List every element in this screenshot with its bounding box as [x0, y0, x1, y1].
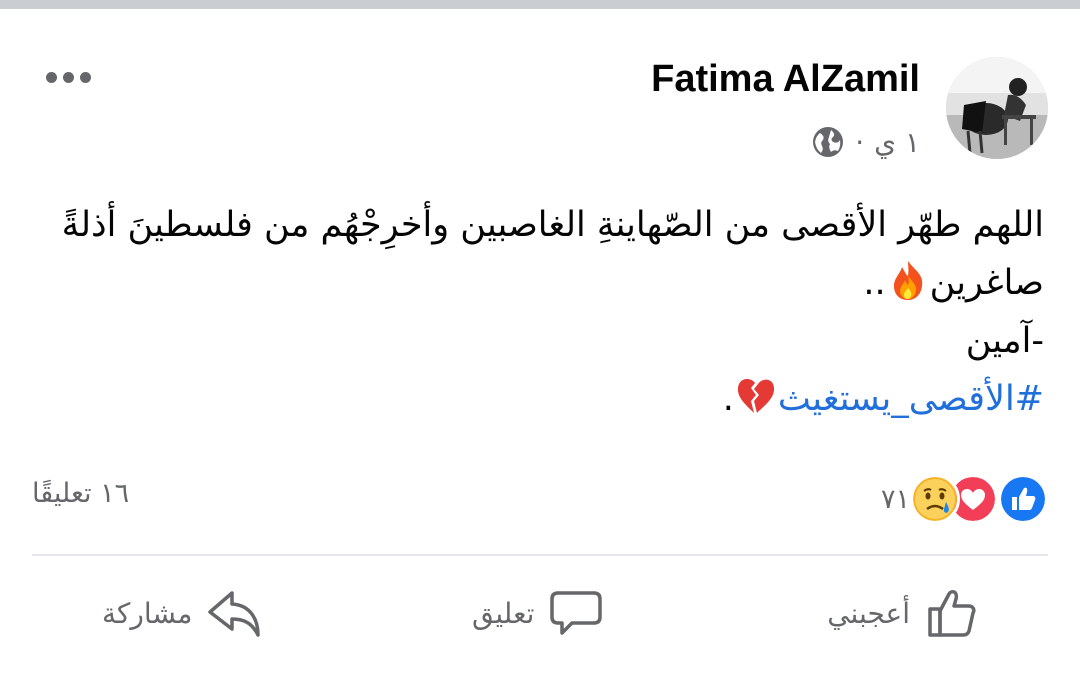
avatar[interactable] [946, 57, 1048, 159]
share-label: مشاركة [102, 596, 193, 630]
share-icon [208, 591, 261, 637]
reactions-summary[interactable]: ٧١ [881, 474, 1048, 524]
post-text-dots: .. [863, 263, 886, 303]
comment-label: تعليق [472, 596, 535, 630]
comment-button[interactable]: تعليق [472, 583, 604, 643]
post-time[interactable]: ١ ي [874, 126, 920, 159]
author-name[interactable]: Fatima AlZamil [651, 58, 920, 101]
like-label: أعجبني [827, 596, 910, 630]
post-text-line-3: -آمين [965, 321, 1044, 361]
dot [80, 71, 91, 83]
more-options-icon[interactable] [46, 62, 98, 92]
hashtag-dot: . [722, 379, 734, 419]
comment-count[interactable]: ١٦ تعليقًا [32, 478, 129, 509]
post-text-line-2: صاغرين .. [34, 254, 1044, 312]
fire-emoji [893, 261, 922, 300]
top-border [0, 0, 1080, 9]
like-reaction-icon [998, 474, 1048, 524]
avatar-photo [946, 57, 1048, 159]
sad-reaction-icon [910, 474, 960, 524]
like-button[interactable]: أعجبني [827, 583, 980, 643]
post-body: اللهم طهّر الأقصى من الصّهاينةِ الغاصبين… [34, 196, 1044, 428]
divider [32, 554, 1048, 556]
dot [63, 71, 74, 83]
globe-icon [813, 127, 844, 157]
reaction-count[interactable]: ٧١ [881, 484, 910, 515]
comment-icon [550, 591, 603, 635]
hashtag-line: #الأقصى_يستغيث . [34, 370, 1044, 428]
post-text-line-1: اللهم طهّر الأقصى من الصّهاينةِ الغاصبين… [61, 205, 1044, 245]
thumbs-up-icon [928, 589, 976, 637]
dot [46, 71, 57, 83]
post-text-word: صاغرين [929, 263, 1044, 303]
broken-heart-emoji [737, 378, 774, 413]
hashtag-link[interactable]: #الأقصى_يستغيث [778, 379, 1044, 419]
share-button[interactable]: مشاركة [102, 583, 262, 643]
meta-separator: · [855, 125, 865, 159]
post-meta: ١ ي · [811, 125, 920, 159]
